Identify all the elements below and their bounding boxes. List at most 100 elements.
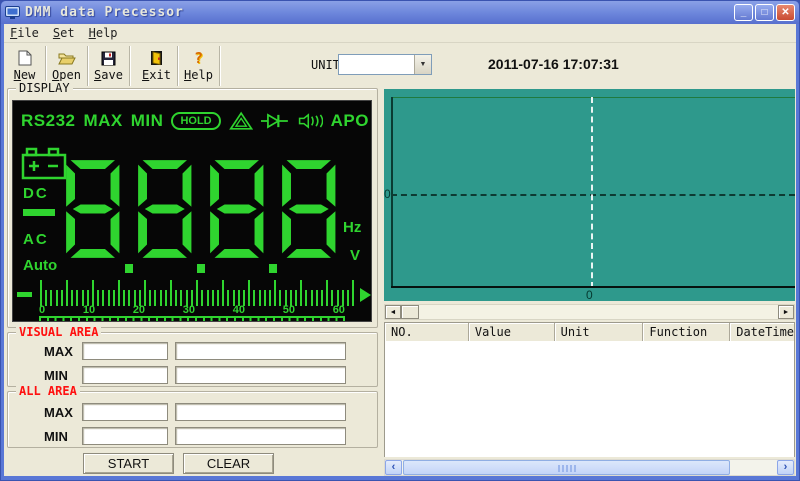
data-table: NO. Value Unit Function DateTime: [384, 322, 795, 457]
scroll-right-button[interactable]: ►: [778, 305, 794, 319]
scale-label: 40: [233, 305, 245, 315]
scroll-left-icon: ‹: [392, 461, 396, 473]
all-max-label: MAX: [44, 405, 82, 420]
scroll-left-button[interactable]: ◄: [385, 305, 401, 319]
chart-x-axis: [391, 286, 795, 288]
diode-icon: [261, 113, 289, 129]
table-scroll-right-button[interactable]: ›: [777, 460, 794, 475]
dc-mode-label: DC: [23, 185, 49, 202]
v-unit-label: V: [350, 247, 360, 264]
window-title: DMM data Precessor: [25, 5, 184, 20]
all-max-detail-input[interactable]: [175, 403, 346, 421]
maximize-icon: □: [761, 7, 767, 18]
minus-sign: [17, 292, 32, 297]
col-no[interactable]: NO.: [385, 323, 469, 341]
chart-area: 0 0: [384, 89, 795, 301]
table-scrollbar-thumb[interactable]: [403, 460, 730, 475]
all-min-value-input[interactable]: [82, 427, 168, 445]
open-button[interactable]: Open: [46, 46, 88, 86]
visual-max-detail-input[interactable]: [175, 342, 346, 360]
unit-combobox[interactable]: ▼: [338, 54, 432, 75]
lcd-digits: [65, 141, 337, 275]
minimize-icon: _: [741, 7, 747, 18]
lcd-panel: RS232 MAX MIN HOLD: [12, 100, 372, 322]
chart-scrollbar-thumb[interactable]: [401, 305, 419, 319]
speaker-icon: [297, 112, 323, 130]
decimal-point: [269, 264, 278, 273]
seven-segment-digit: [137, 143, 193, 275]
new-icon: [18, 49, 32, 67]
title-bar: DMM data Precessor _ □ ✕: [1, 1, 799, 24]
exit-button[interactable]: Exit: [136, 46, 178, 86]
all-max-value-input[interactable]: [82, 403, 168, 421]
col-datetime[interactable]: DateTime: [730, 323, 794, 341]
bargraph-pointer-icon: [360, 288, 371, 302]
visual-min-value-input[interactable]: [82, 366, 168, 384]
app-window: DMM data Precessor _ □ ✕ File Set Help N…: [0, 0, 800, 481]
chart-scrollbar[interactable]: ◄ ►: [384, 304, 795, 320]
visual-area-group: VISUAL AREA MAX MIN: [7, 332, 378, 387]
help-button[interactable]: ? Help: [178, 46, 220, 86]
chart-zero-line: [391, 194, 795, 196]
ac-mode-label: AC: [23, 231, 49, 248]
visual-min-label: MIN: [44, 368, 82, 383]
close-button[interactable]: ✕: [776, 4, 795, 21]
open-icon: [58, 49, 76, 67]
decimal-point: [125, 264, 134, 273]
chart-x-zero-label: 0: [586, 288, 593, 302]
menu-bar: File Set Help: [4, 24, 796, 43]
table-header: NO. Value Unit Function DateTime: [385, 323, 794, 341]
delta-icon: [229, 110, 253, 132]
scale-label: 10: [83, 305, 95, 315]
chart-cursor-line: [591, 97, 593, 288]
save-icon: [101, 49, 116, 67]
scale-label: 20: [133, 305, 145, 315]
scale-label: 50: [283, 305, 295, 315]
table-scroll-left-button[interactable]: ‹: [385, 460, 402, 475]
bargraph-scale: 0 10 20 30 40 50 60: [39, 305, 345, 322]
clear-button[interactable]: CLEAR: [183, 453, 274, 474]
exit-label: Exit: [142, 68, 171, 82]
save-button[interactable]: Save: [88, 46, 130, 86]
all-min-label: MIN: [44, 429, 82, 444]
seven-segment-digit: [65, 143, 121, 275]
help-label: Help: [184, 68, 213, 82]
display-group-label: DISPLAY: [16, 81, 73, 95]
all-min-detail-input[interactable]: [175, 427, 346, 445]
apo-indicator: APO: [331, 111, 369, 131]
menu-help[interactable]: Help: [89, 26, 118, 40]
visual-max-value-input[interactable]: [82, 342, 168, 360]
hz-unit-label: Hz: [343, 219, 361, 236]
table-scrollbar[interactable]: ‹ ›: [384, 459, 795, 476]
col-unit[interactable]: Unit: [555, 323, 644, 341]
thumb-grip: [558, 465, 576, 472]
menu-file[interactable]: File: [10, 26, 39, 40]
battery-icon: [21, 147, 67, 181]
close-icon: ✕: [781, 7, 789, 18]
auto-mode-label: Auto: [23, 257, 57, 274]
app-icon: [5, 6, 20, 20]
scale-miniticks: [39, 318, 345, 322]
menu-set[interactable]: Set: [53, 26, 75, 40]
combo-dropdown-button[interactable]: ▼: [414, 55, 431, 74]
max-indicator: MAX: [83, 111, 122, 131]
scroll-left-icon: ◄: [390, 309, 397, 316]
minimize-button[interactable]: _: [734, 4, 753, 21]
visual-area-label: VISUAL AREA: [16, 325, 101, 339]
col-value[interactable]: Value: [469, 323, 555, 341]
scale-label: 30: [183, 305, 195, 315]
rs232-indicator: RS232: [21, 111, 75, 131]
maximize-button[interactable]: □: [755, 4, 774, 21]
table-body: [385, 341, 794, 457]
open-label: Open: [52, 68, 81, 82]
start-button[interactable]: START: [83, 453, 174, 474]
bargraph-ticks: [40, 279, 355, 306]
unit-combobox-value: [339, 55, 414, 74]
col-function[interactable]: Function: [643, 323, 730, 341]
visual-min-detail-input[interactable]: [175, 366, 346, 384]
chevron-down-icon: ▼: [420, 61, 427, 68]
new-button[interactable]: New: [4, 46, 46, 86]
scroll-right-icon: ›: [784, 461, 788, 473]
scale-label: 60: [333, 305, 345, 315]
lcd-bargraph: [17, 279, 371, 306]
